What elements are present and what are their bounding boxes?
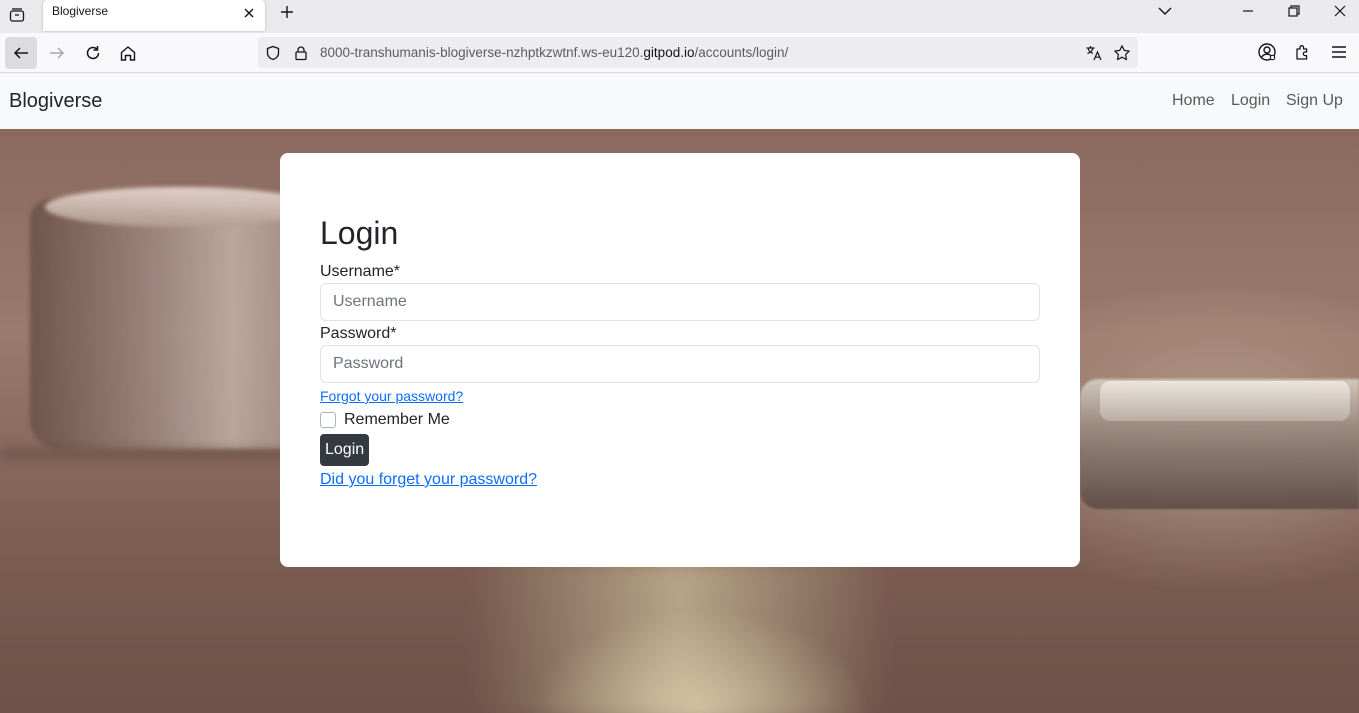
login-submit-button[interactable]: Login xyxy=(320,434,370,466)
background-phone-screen xyxy=(1100,381,1350,421)
site-brand-link[interactable]: Blogiverse xyxy=(9,90,102,113)
forgot-password-link[interactable]: Forgot your password? xyxy=(320,388,463,404)
password-label: Password* xyxy=(320,325,397,342)
minimize-icon[interactable] xyxy=(1238,2,1258,20)
browser-tab[interactable]: Blogiverse xyxy=(43,0,265,31)
url-path: /accounts/login/ xyxy=(694,45,789,60)
back-arrow-icon[interactable] xyxy=(5,37,37,69)
remember-me-label: Remember Me xyxy=(344,411,450,428)
nav-login-link[interactable]: Login xyxy=(1231,92,1270,110)
site-navbar: Blogiverse Home Login Sign Up xyxy=(0,74,1359,129)
background-mug xyxy=(30,199,320,449)
lock-icon[interactable] xyxy=(292,44,310,62)
login-card: Login Username* Password* Forgot your pa… xyxy=(280,153,1080,567)
account-icon[interactable] xyxy=(1256,41,1278,63)
reload-icon[interactable] xyxy=(77,37,109,69)
url-text: 8000-transhumanis-blogiverse-nzhptkzwtnf… xyxy=(320,45,788,60)
plus-icon[interactable] xyxy=(278,3,296,21)
extensions-icon[interactable] xyxy=(1292,41,1314,63)
background-light xyxy=(470,559,890,713)
login-heading: Login xyxy=(320,215,399,251)
username-label: Username* xyxy=(320,263,401,280)
tab-title: Blogiverse xyxy=(52,4,109,18)
forgot-password-link-large[interactable]: Did you forget your password? xyxy=(320,471,537,489)
url-prefix: 8000-transhumanis-blogiverse-nzhptkzwtnf… xyxy=(320,45,644,60)
nav-signup-link[interactable]: Sign Up xyxy=(1286,92,1343,110)
window-close-icon[interactable] xyxy=(1330,2,1350,20)
background-mug-rim xyxy=(45,187,315,227)
tab-list-icon[interactable] xyxy=(5,3,29,27)
hamburger-menu-icon[interactable] xyxy=(1328,41,1350,63)
browser-tab-bar: Blogiverse xyxy=(0,0,1359,33)
url-bar[interactable]: 8000-transhumanis-blogiverse-nzhptkzwtnf… xyxy=(258,37,1138,68)
close-icon[interactable] xyxy=(242,6,256,20)
url-host: gitpod.io xyxy=(643,45,695,60)
forward-arrow-icon[interactable] xyxy=(41,37,73,69)
shield-icon[interactable] xyxy=(264,44,282,62)
remember-me-checkbox[interactable] xyxy=(320,412,336,428)
restore-icon[interactable] xyxy=(1284,2,1304,20)
remember-me-row: Remember Me xyxy=(320,411,450,429)
browser-toolbar: 8000-transhumanis-blogiverse-nzhptkzwtnf… xyxy=(0,33,1359,73)
home-icon[interactable] xyxy=(112,37,144,69)
username-input[interactable] xyxy=(320,283,1040,321)
chevron-down-icon[interactable] xyxy=(1155,2,1175,20)
translate-icon[interactable] xyxy=(1084,43,1104,63)
star-icon[interactable] xyxy=(1112,43,1132,63)
password-input[interactable] xyxy=(320,345,1040,383)
nav-home-link[interactable]: Home xyxy=(1172,92,1215,110)
